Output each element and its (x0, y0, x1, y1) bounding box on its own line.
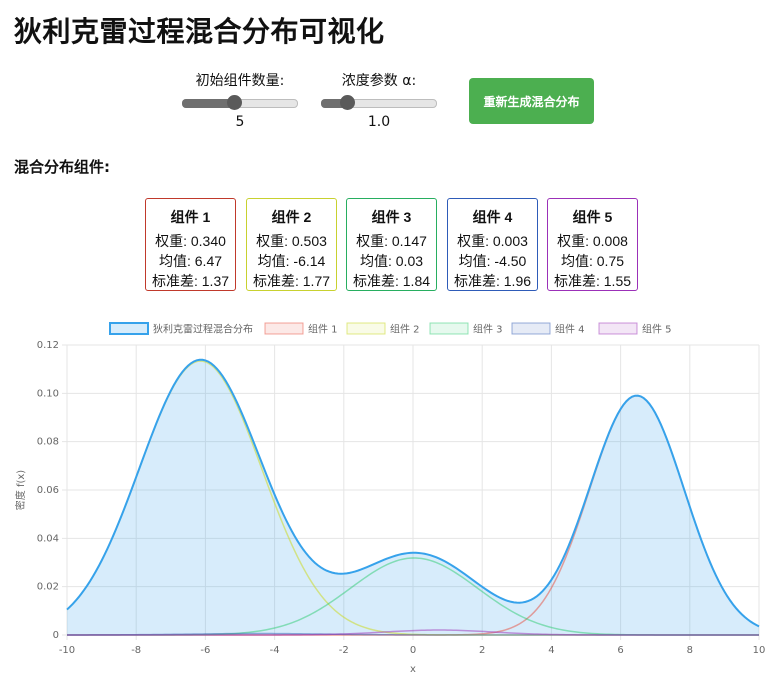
card-weight: 权重: 0.147 (356, 233, 427, 249)
component-card: 组件 3 权重: 0.147 均值: 0.03 标准差: 1.84 (346, 198, 437, 291)
card-weight: 权重: 0.503 (256, 233, 327, 249)
card-mean: 均值: -4.50 (458, 253, 527, 269)
y-tick-label: 0 (53, 630, 59, 641)
legend-swatch (109, 322, 149, 335)
x-tick-label: -8 (131, 645, 141, 656)
card-weight: 权重: 0.340 (155, 233, 226, 249)
x-tick-label: 0 (410, 645, 416, 656)
card-mean: 均值: 0.03 (359, 253, 424, 269)
legend-label: 组件 4 (555, 323, 585, 336)
slider-thumb[interactable] (226, 95, 242, 110)
legend-label: 狄利克雷过程混合分布 (153, 323, 253, 336)
alpha-slider[interactable] (321, 94, 437, 110)
legend-swatch (346, 322, 386, 335)
x-tick-label: -6 (200, 645, 210, 656)
legend-label: 组件 3 (473, 323, 503, 336)
alpha-label: 浓度参数 α: (341, 73, 417, 89)
x-tick-label: 10 (753, 645, 766, 656)
card-std: 标准差: 1.77 (252, 273, 331, 289)
x-axis-title: x (410, 664, 416, 675)
alpha-value: 1.0 (367, 114, 391, 130)
card-mean: 均值: -6.14 (257, 253, 326, 269)
card-title: 组件 2 (271, 209, 312, 225)
y-tick-label: 0.02 (37, 582, 59, 593)
card-weight: 权重: 0.003 (457, 233, 528, 249)
card-std: 标准差: 1.37 (151, 273, 230, 289)
x-tick-label: 4 (548, 645, 554, 656)
component-card: 组件 2 权重: 0.503 均值: -6.14 标准差: 1.77 (246, 198, 337, 291)
component-cards: 组件 1 权重: 0.340 均值: 6.47 标准差: 1.37 组件 2 权… (145, 198, 645, 294)
x-tick-label: 2 (479, 645, 485, 656)
card-std: 标准差: 1.96 (453, 273, 532, 289)
y-tick-label: 0.04 (37, 533, 59, 544)
y-tick-label: 0.12 (37, 340, 59, 351)
card-std: 标准差: 1.84 (352, 273, 431, 289)
card-title: 组件 3 (371, 209, 412, 225)
components-value: 5 (235, 114, 245, 130)
components-label: 初始组件数量: (195, 73, 285, 89)
alpha-control: 浓度参数 α: 1.0 (319, 70, 439, 130)
y-axis-title: 密度 f(x) (14, 470, 27, 511)
components-control: 初始组件数量: 5 (180, 70, 300, 130)
controls-panel: 初始组件数量: 5 浓度参数 α: 1.0 重新生成混合分布 (180, 70, 600, 130)
component-card: 组件 5 权重: 0.008 均值: 0.75 标准差: 1.55 (547, 198, 638, 291)
density-chart: -10 -8 -6 -4 -2 0 2 4 6 8 10 0 0.02 0.04 0.06 0.08 0.10 0… (14, 322, 766, 675)
card-mean: 均值: 6.47 (158, 253, 223, 269)
regenerate-button[interactable]: 重新生成混合分布 (469, 78, 594, 124)
x-tick-label: -10 (59, 645, 75, 656)
y-tick-label: 0.10 (37, 388, 59, 399)
x-tick-label: -4 (270, 645, 280, 656)
page-title: 狄利克雷过程混合分布可视化 (14, 15, 385, 48)
legend-label: 组件 5 (642, 323, 672, 336)
card-mean: 均值: 0.75 (560, 253, 625, 269)
x-tick-label: -2 (339, 645, 349, 656)
legend-swatch (264, 322, 304, 335)
card-title: 组件 1 (170, 209, 211, 225)
x-tick-label: 8 (687, 645, 693, 656)
legend-swatch (511, 322, 551, 335)
legend-label: 组件 1 (308, 323, 338, 336)
y-tick-label: 0.06 (37, 485, 59, 496)
card-title: 组件 5 (572, 209, 613, 225)
card-weight: 权重: 0.008 (557, 233, 628, 249)
legend-label: 组件 2 (390, 323, 420, 336)
card-std: 标准差: 1.55 (553, 273, 632, 289)
components-slider[interactable] (182, 94, 298, 110)
component-card: 组件 1 权重: 0.340 均值: 6.47 标准差: 1.37 (145, 198, 236, 291)
x-tick-label: 6 (617, 645, 623, 656)
component-card: 组件 4 权重: 0.003 均值: -4.50 标准差: 1.96 (447, 198, 538, 291)
legend-swatch (429, 322, 469, 335)
section-title: 混合分布组件: (14, 158, 110, 176)
legend-swatch (598, 322, 638, 335)
card-title: 组件 4 (472, 209, 513, 225)
y-tick-label: 0.08 (37, 437, 59, 448)
slider-thumb[interactable] (339, 95, 355, 110)
